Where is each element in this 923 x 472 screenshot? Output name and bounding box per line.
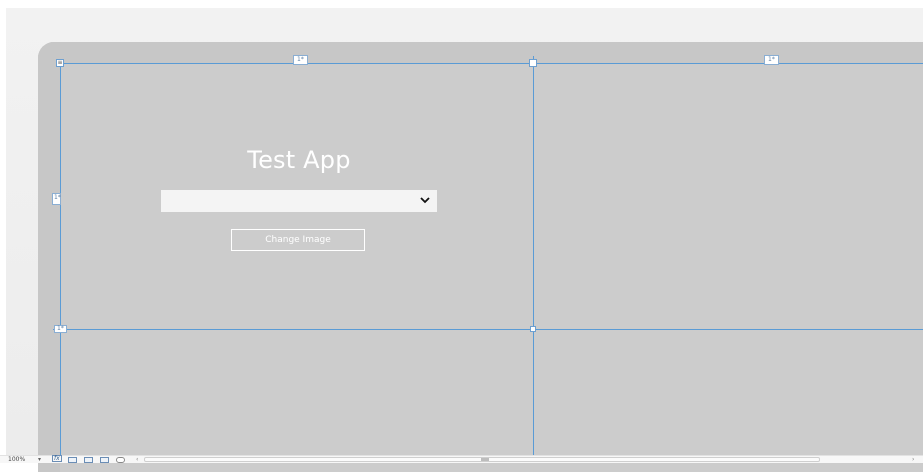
device-frame-top-band xyxy=(38,42,923,64)
image-combobox[interactable] xyxy=(161,190,437,212)
grid-column-divider[interactable] xyxy=(533,56,534,455)
change-image-button[interactable]: Change Image xyxy=(231,229,365,251)
snap-lines-icon[interactable] xyxy=(100,457,109,463)
column-divider-handle[interactable] xyxy=(529,59,537,67)
canvas-left-margin xyxy=(0,0,6,455)
horizontal-scrollbar[interactable] xyxy=(144,457,820,462)
row-marker-bottom[interactable]: 1* xyxy=(54,325,67,333)
column-marker-left[interactable]: 1* xyxy=(293,55,308,65)
snap-grid-icon[interactable] xyxy=(84,457,93,463)
app-title[interactable]: Test App xyxy=(160,146,438,174)
effects-icon[interactable]: fx xyxy=(50,455,64,463)
grid-corner-handle[interactable]: ≡ xyxy=(56,59,64,67)
grid-top-border-line xyxy=(60,63,923,64)
grid-row-divider[interactable] xyxy=(53,329,923,330)
chevron-down-icon xyxy=(420,197,430,204)
column-marker-right[interactable]: 1* xyxy=(764,55,779,65)
page-surface[interactable] xyxy=(60,64,923,464)
canvas-top-margin xyxy=(0,0,923,8)
grid-left-border-line xyxy=(60,63,61,455)
designer-status-bar: 100% ▾ fx ‹ › xyxy=(0,455,923,463)
row-marker-top[interactable]: 1* xyxy=(52,193,61,205)
intersection-handle[interactable] xyxy=(530,326,536,332)
grid-icon[interactable] xyxy=(68,457,77,463)
annotation-icon[interactable] xyxy=(116,457,125,463)
fx-label: fx xyxy=(52,455,62,462)
scrollbar-thumb[interactable] xyxy=(481,458,489,461)
device-frame-left-band xyxy=(38,42,60,472)
